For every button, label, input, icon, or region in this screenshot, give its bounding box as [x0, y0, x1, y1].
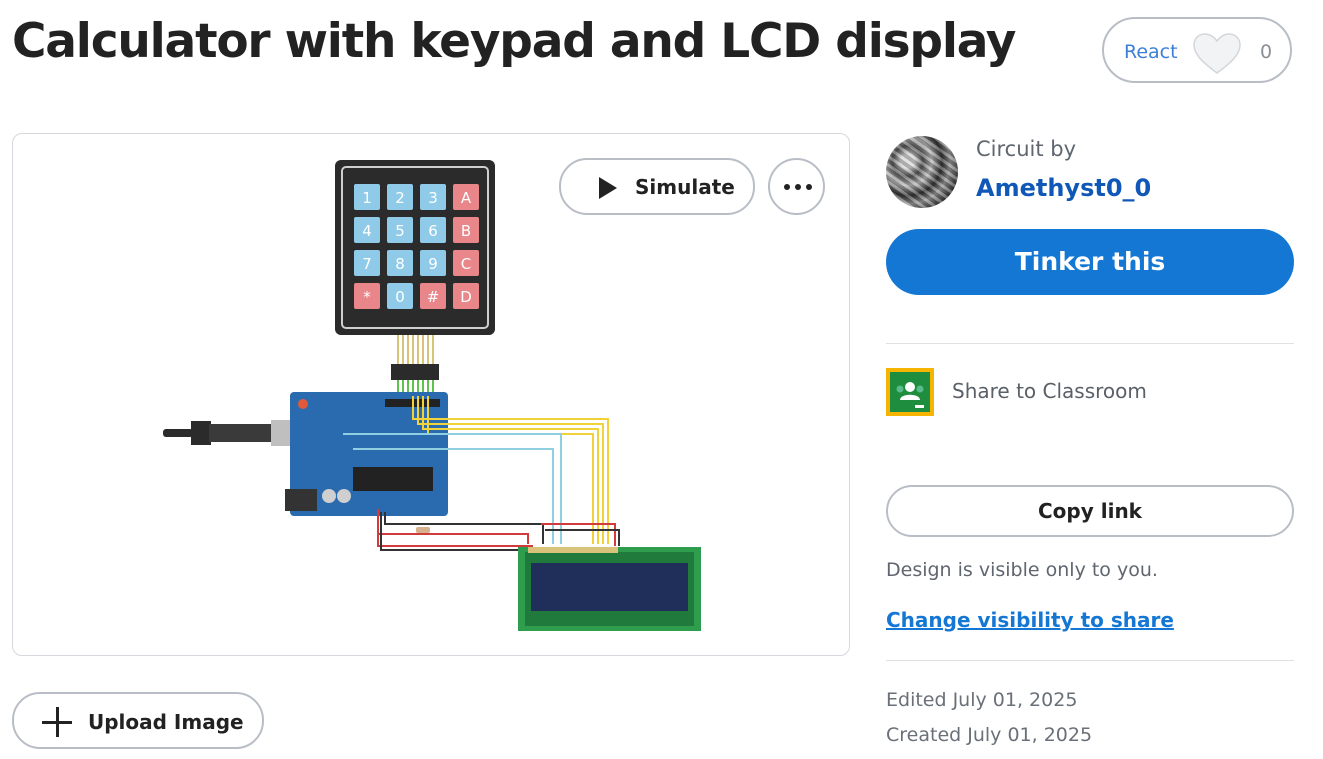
upload-image-button[interactable]: Upload Image — [12, 692, 264, 749]
simulate-label: Simulate — [635, 175, 735, 199]
divider — [886, 660, 1294, 661]
circuit-preview[interactable]: 1 2 3 A 4 5 6 B 7 8 9 C * 0 # D Simulate — [12, 133, 850, 656]
author-link[interactable]: Amethyst0_0 — [976, 174, 1151, 202]
keypad-key-label: * — [363, 288, 371, 306]
plus-icon — [42, 707, 72, 737]
react-button[interactable]: React 0 — [1102, 17, 1292, 83]
keypad-key-label: 7 — [362, 255, 372, 273]
keypad-key-label: # — [427, 288, 440, 306]
copy-link-button[interactable]: Copy link — [886, 485, 1294, 537]
more-dot — [806, 184, 812, 190]
keypad-key-label: 8 — [395, 255, 405, 273]
keypad-key-label: 1 — [362, 189, 372, 207]
google-classroom-icon[interactable] — [886, 368, 934, 416]
simulate-button[interactable]: Simulate — [559, 158, 755, 215]
share-to-classroom-link[interactable]: Share to Classroom — [952, 379, 1147, 403]
more-dot — [795, 184, 801, 190]
keypad-key-label: 4 — [362, 222, 372, 240]
keypad-key-label: B — [461, 222, 471, 240]
keypad-key-label: 3 — [428, 189, 438, 207]
keypad-key-label: C — [461, 255, 471, 273]
keypad-key-label: 0 — [395, 288, 405, 306]
tinker-this-button[interactable]: Tinker this — [886, 229, 1294, 295]
keypad-key-label: 5 — [395, 222, 405, 240]
keypad-key-label: D — [460, 288, 472, 306]
keypad-key-label: 9 — [428, 255, 438, 273]
heart-icon — [1193, 33, 1241, 74]
created-date: Created July 01, 2025 — [886, 724, 1093, 746]
more-dot — [784, 184, 790, 190]
circuit-by-label: Circuit by — [976, 137, 1077, 161]
more-options-button[interactable] — [768, 158, 825, 215]
keypad-key-label: 2 — [395, 189, 405, 207]
change-visibility-link[interactable]: Change visibility to share — [886, 608, 1174, 632]
edited-date: Edited July 01, 2025 — [886, 689, 1078, 711]
divider — [886, 343, 1294, 344]
avatar[interactable] — [886, 136, 958, 208]
upload-label: Upload Image — [88, 710, 244, 734]
visibility-note: Design is visible only to you. — [886, 559, 1158, 581]
page-title: Calculator with keypad and LCD display — [12, 14, 1016, 69]
react-count: 0 — [1260, 41, 1273, 63]
react-label: React — [1124, 41, 1178, 63]
keypad-key-label: A — [461, 189, 472, 207]
keypad-key-label: 6 — [428, 222, 438, 240]
play-icon — [599, 177, 617, 199]
